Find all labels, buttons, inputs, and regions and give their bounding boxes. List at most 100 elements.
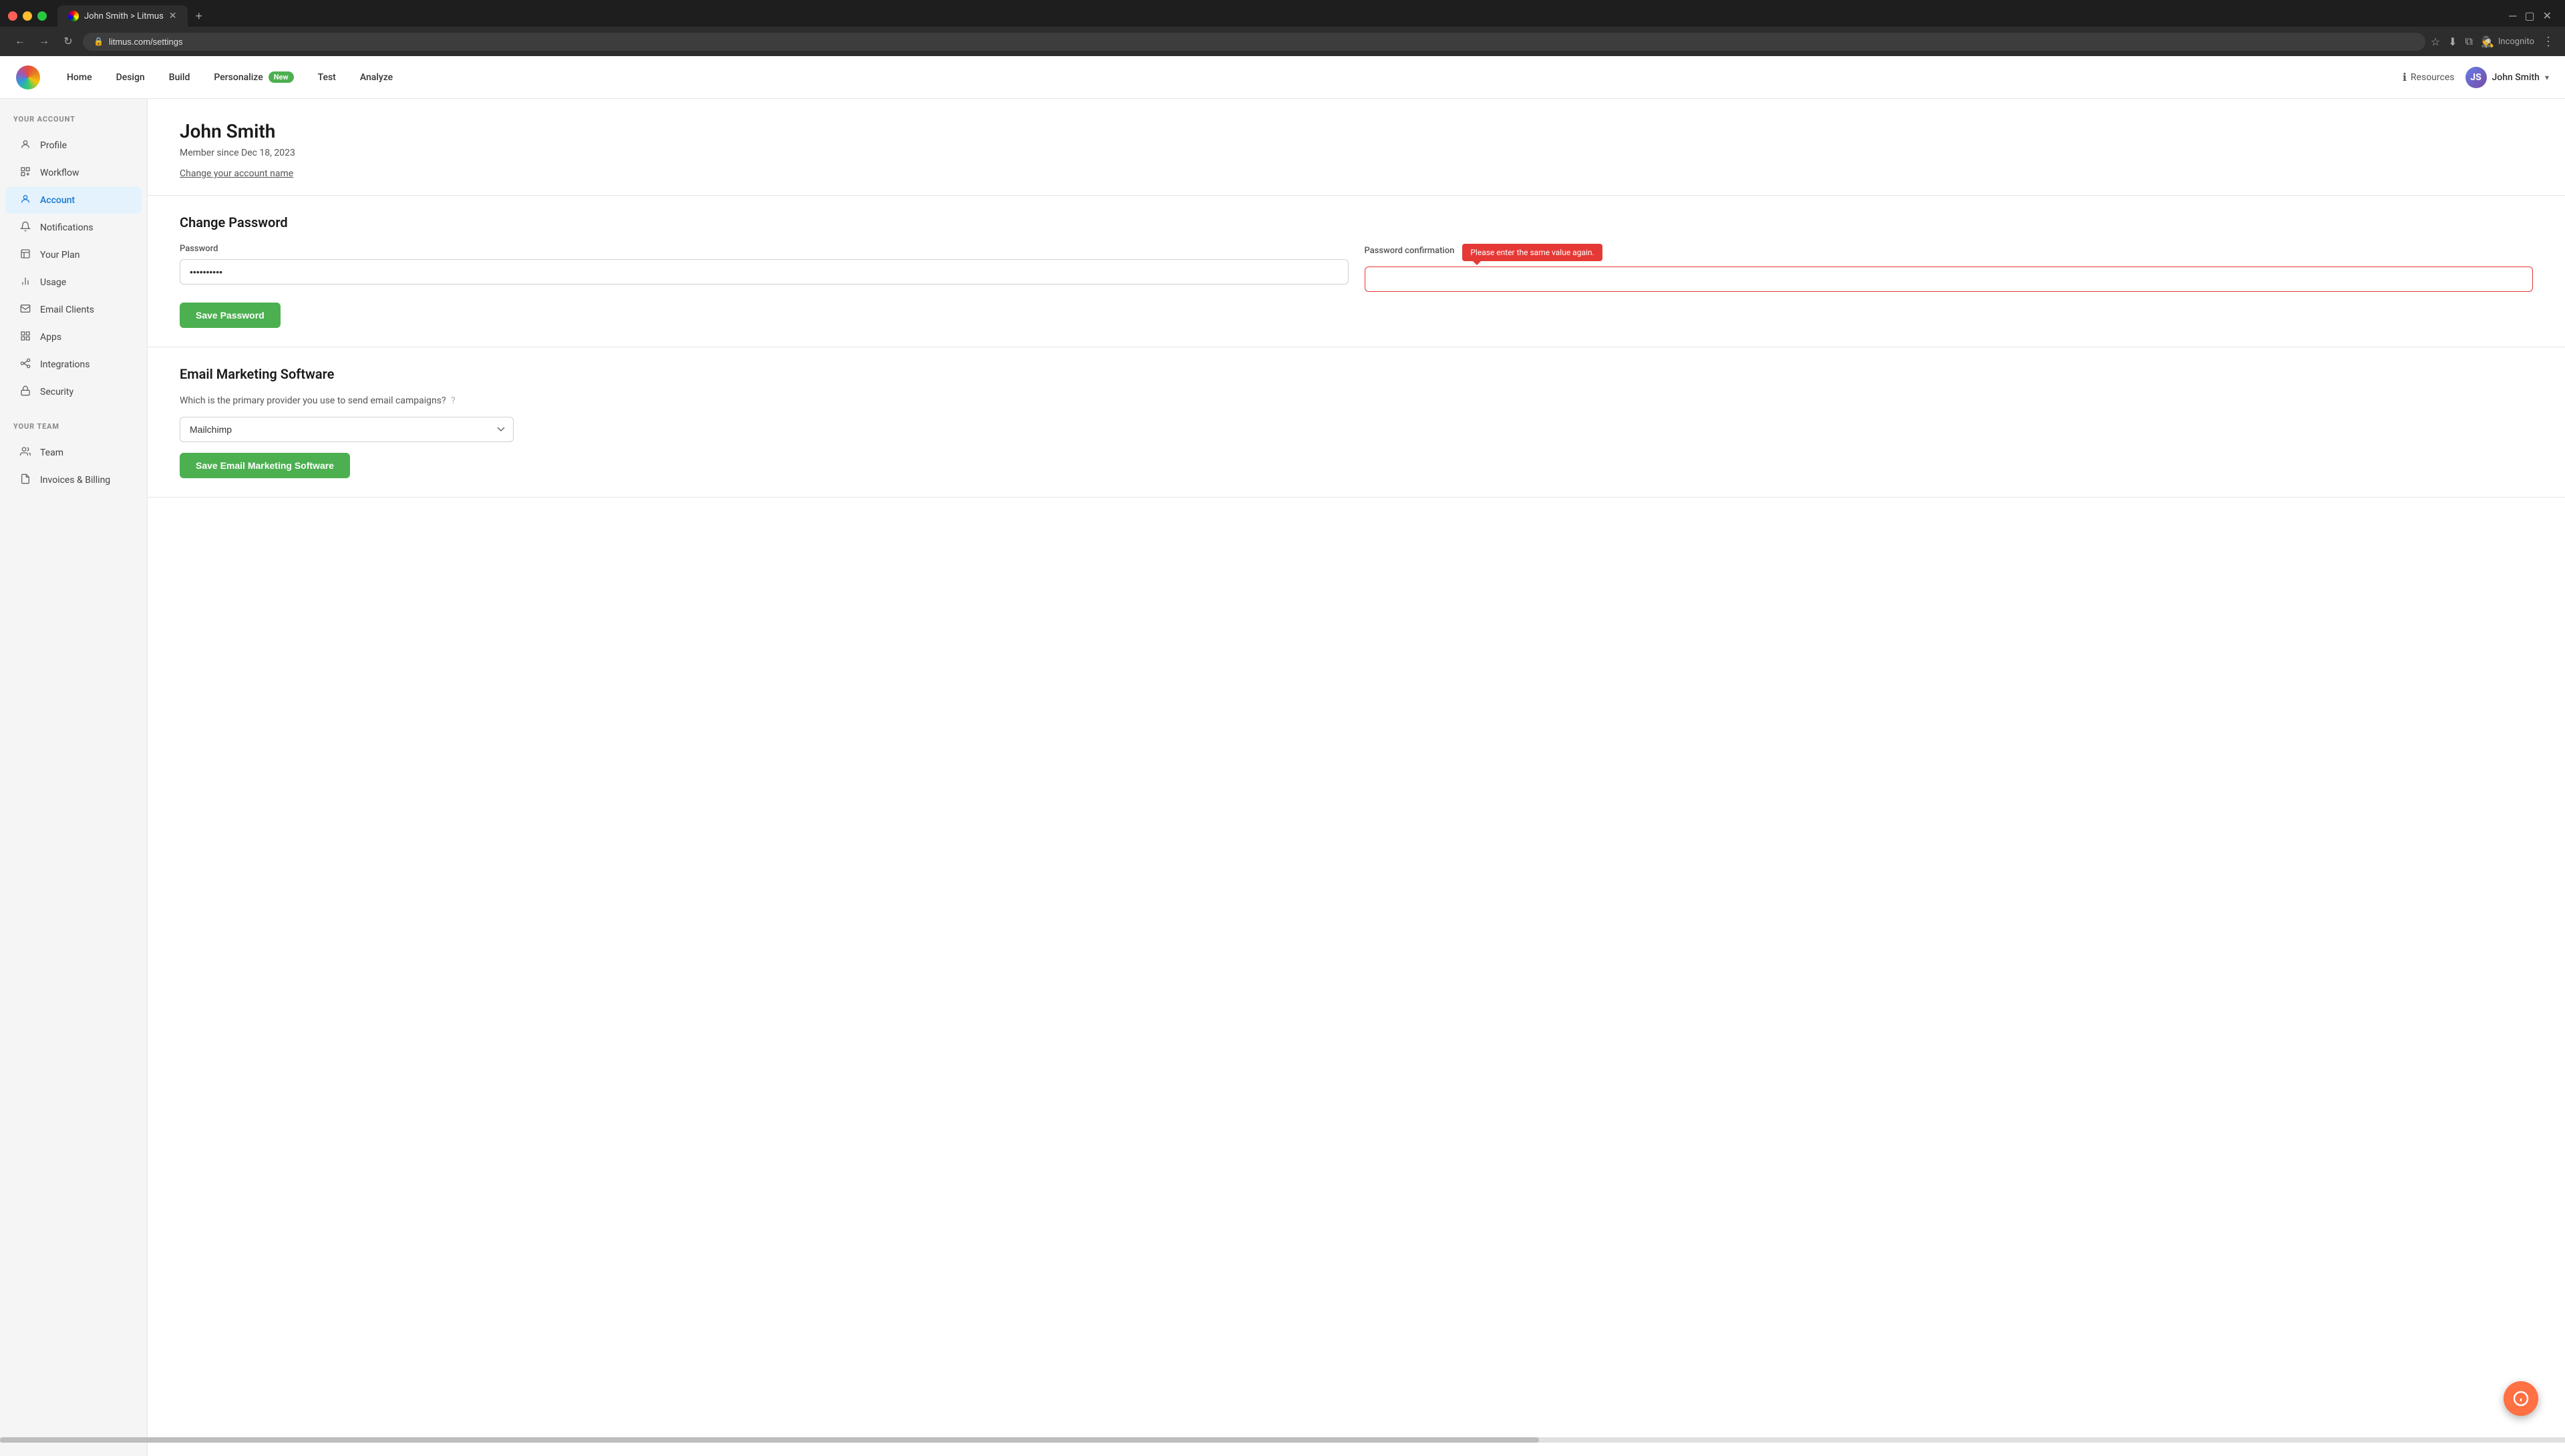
- sidebar: YOUR ACCOUNT Profile Workflow Account No…: [0, 99, 147, 1456]
- app-logo: [16, 65, 40, 89]
- nav-personalize[interactable]: Personalize New: [203, 66, 304, 88]
- sidebar-item-integrations-label: Integrations: [40, 359, 90, 370]
- header-right: ℹ Resources JS John Smith ▾: [2403, 67, 2549, 88]
- sidebar-item-usage-label: Usage: [40, 277, 66, 288]
- security-icon: [19, 385, 32, 399]
- app-nav: Home Design Build Personalize New Test A…: [56, 66, 2403, 88]
- password-label: Password: [180, 244, 1349, 254]
- sidebar-item-notifications[interactable]: Notifications: [5, 214, 142, 241]
- nav-test[interactable]: Test: [307, 67, 347, 88]
- close-tab-button[interactable]: ✕: [169, 11, 177, 21]
- browser-chrome: John Smith > Litmus ✕ + ─ ▢ ✕ ← → ↻ 🔒 li…: [0, 0, 2565, 56]
- bookmark-icon[interactable]: ☆: [2431, 35, 2440, 48]
- workflow-icon: [19, 166, 32, 180]
- member-since: Member since Dec 18, 2023: [180, 148, 2533, 158]
- sidebar-item-security-label: Security: [40, 387, 73, 397]
- password-input[interactable]: [180, 259, 1349, 285]
- account-icon: [19, 194, 32, 207]
- sidebar-item-apps-label: Apps: [40, 332, 61, 343]
- your-account-label: YOUR ACCOUNT: [0, 115, 147, 132]
- sidebar-item-team-label: Team: [40, 447, 63, 458]
- password-form-group: Password: [180, 244, 1349, 292]
- new-tab-button[interactable]: +: [190, 7, 208, 26]
- password-form-row: Password Password confirmation Please en…: [180, 244, 2533, 292]
- sidebar-item-workflow[interactable]: Workflow: [5, 160, 142, 186]
- sidebar-item-account[interactable]: Account: [5, 187, 142, 214]
- sidebar-item-account-label: Account: [40, 195, 75, 206]
- sidebar-item-invoices-billing[interactable]: Invoices & Billing: [5, 467, 142, 494]
- restore-window-button[interactable]: ▢: [2524, 9, 2534, 23]
- change-password-title: Change Password: [180, 214, 2533, 230]
- sidebar-item-email-clients-label: Email Clients: [40, 305, 94, 315]
- email-provider-select[interactable]: Mailchimp Constant Contact Campaign Moni…: [180, 417, 514, 442]
- your-plan-icon: [19, 248, 32, 262]
- sidebar-item-profile[interactable]: Profile: [5, 132, 142, 159]
- password-confirmation-input[interactable]: [1365, 266, 2534, 292]
- save-email-marketing-button[interactable]: Save Email Marketing Software: [180, 453, 350, 478]
- browser-maximize-button[interactable]: [37, 11, 47, 21]
- minimize-window-button[interactable]: ─: [2509, 9, 2516, 23]
- sidebar-item-integrations[interactable]: Integrations: [5, 351, 142, 378]
- browser-tab[interactable]: John Smith > Litmus ✕: [57, 5, 188, 27]
- app-header: Home Design Build Personalize New Test A…: [0, 56, 2565, 99]
- usage-icon: [19, 276, 32, 289]
- horizontal-scrollbar-thumb[interactable]: [0, 1437, 1539, 1443]
- split-screen-icon[interactable]: ⧉: [2465, 35, 2473, 48]
- forward-button[interactable]: →: [35, 32, 53, 51]
- back-button[interactable]: ←: [11, 32, 29, 51]
- notifications-icon: [19, 221, 32, 234]
- address-bar: 🔒 litmus.com/settings: [83, 33, 2425, 51]
- content-area: John Smith Member since Dec 18, 2023 Cha…: [147, 99, 2565, 1456]
- sidebar-item-your-plan[interactable]: Your Plan: [5, 242, 142, 268]
- sidebar-item-notifications-label: Notifications: [40, 222, 94, 233]
- incognito-badge: 🕵 Incognito: [2481, 35, 2534, 48]
- email-marketing-question: Which is the primary provider you use to…: [180, 395, 2533, 406]
- help-question-icon[interactable]: ?: [451, 395, 456, 406]
- your-team-label: YOUR TEAM: [0, 422, 147, 439]
- sidebar-item-team[interactable]: Team: [5, 439, 142, 466]
- user-name-label: John Smith: [2492, 72, 2540, 83]
- profile-section: John Smith Member since Dec 18, 2023 Cha…: [148, 99, 2565, 196]
- nav-analyze[interactable]: Analyze: [349, 67, 403, 88]
- resources-button[interactable]: ℹ Resources: [2403, 71, 2455, 83]
- url-input[interactable]: litmus.com/settings: [109, 37, 2415, 47]
- horizontal-scrollbar[interactable]: [0, 1437, 2565, 1443]
- change-name-link[interactable]: Change your account name: [180, 168, 293, 179]
- email-marketing-title: Email Marketing Software: [180, 366, 2533, 382]
- browser-actions: ☆ ⬇ ⧉ 🕵 Incognito ⋮: [2431, 35, 2554, 49]
- refresh-button[interactable]: ↻: [59, 32, 77, 51]
- sidebar-item-your-plan-label: Your Plan: [40, 250, 79, 260]
- help-fab-button[interactable]: [2504, 1381, 2538, 1416]
- main-layout: YOUR ACCOUNT Profile Workflow Account No…: [0, 99, 2565, 1456]
- password-error-tooltip: Please enter the same value again.: [1462, 244, 1602, 261]
- integrations-icon: [19, 358, 32, 371]
- profile-icon: [19, 139, 32, 152]
- tab-title: John Smith > Litmus: [84, 11, 164, 21]
- personalize-badge: New: [269, 71, 294, 83]
- sidebar-item-apps[interactable]: Apps: [5, 324, 142, 351]
- browser-minimize-button[interactable]: [23, 11, 32, 21]
- nav-home[interactable]: Home: [56, 67, 103, 88]
- sidebar-item-email-clients[interactable]: Email Clients: [5, 297, 142, 323]
- password-confirmation-form-group: Password confirmation Please enter the s…: [1365, 244, 2534, 292]
- user-menu-chevron-icon: ▾: [2545, 73, 2549, 82]
- user-avatar: JS: [2465, 67, 2487, 88]
- tab-favicon: [68, 11, 79, 21]
- user-menu[interactable]: JS John Smith ▾: [2465, 67, 2550, 88]
- email-clients-icon: [19, 303, 32, 317]
- more-options-icon[interactable]: ⋮: [2542, 35, 2554, 49]
- nav-build[interactable]: Build: [158, 67, 201, 88]
- sidebar-item-usage[interactable]: Usage: [5, 269, 142, 296]
- nav-design[interactable]: Design: [106, 67, 156, 88]
- download-icon[interactable]: ⬇: [2448, 35, 2457, 48]
- sidebar-item-profile-label: Profile: [40, 140, 67, 151]
- info-icon: ℹ: [2403, 71, 2407, 83]
- sidebar-item-workflow-label: Workflow: [40, 168, 79, 178]
- email-marketing-section: Email Marketing Software Which is the pr…: [148, 347, 2565, 498]
- close-window-button[interactable]: ✕: [2543, 9, 2552, 23]
- incognito-icon: 🕵: [2481, 35, 2494, 48]
- save-password-button[interactable]: Save Password: [180, 303, 281, 328]
- browser-back-button[interactable]: [8, 11, 17, 21]
- password-confirmation-label-row: Password confirmation Please enter the s…: [1365, 244, 2534, 261]
- sidebar-item-security[interactable]: Security: [5, 379, 142, 405]
